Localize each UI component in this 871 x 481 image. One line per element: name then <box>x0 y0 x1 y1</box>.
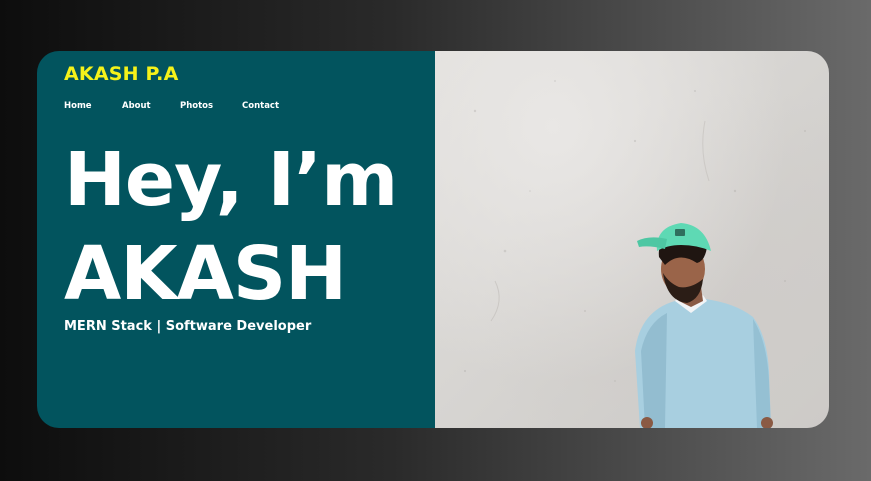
main-nav: Home About Photos Contact <box>64 101 282 111</box>
profile-photo <box>435 51 829 428</box>
person-photo-icon <box>463 80 806 428</box>
hero-card: AKASH P.A Home About Photos Contact Hey,… <box>37 51 829 428</box>
nav-about-link[interactable]: About <box>122 101 180 111</box>
intro-panel: AKASH P.A Home About Photos Contact Hey,… <box>37 51 435 428</box>
nav-home-link[interactable]: Home <box>64 101 122 111</box>
nav-photos-link[interactable]: Photos <box>180 101 242 111</box>
brand-logo[interactable]: AKASH P.A <box>64 63 179 85</box>
nav-contact-link[interactable]: Contact <box>242 101 282 111</box>
hero-heading: Hey, I’m AKASH <box>64 133 398 321</box>
hero-name: AKASH <box>64 231 347 317</box>
hero-greeting: Hey, I’m <box>64 137 398 223</box>
hero-tagline: MERN Stack | Software Developer <box>64 319 312 334</box>
